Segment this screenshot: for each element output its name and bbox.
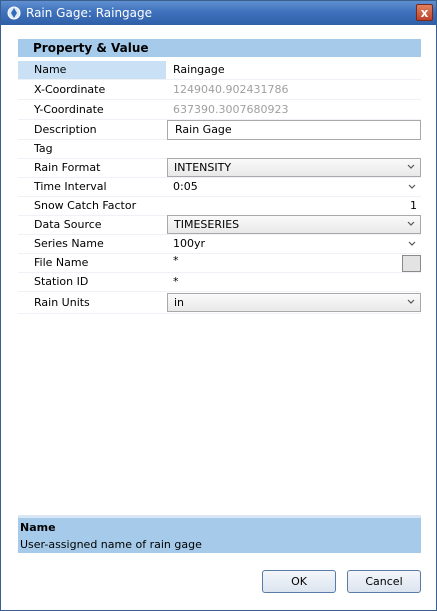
rain-format-selected: INTENSITY <box>174 161 232 174</box>
rain-format-select[interactable]: INTENSITY <box>167 158 421 177</box>
property-row-tag[interactable]: Tag <box>18 140 421 159</box>
title-bar[interactable]: Rain Gage: Raingage x <box>1 1 436 25</box>
close-icon: x <box>420 6 429 20</box>
property-label: Name <box>18 61 166 79</box>
ok-button[interactable]: OK <box>262 570 336 593</box>
property-row-file-name[interactable]: File Name * <box>18 254 421 273</box>
description-text: User-assigned name of rain gage <box>20 538 202 551</box>
property-row-rain-format[interactable]: Rain Format INTENSITY <box>18 158 421 178</box>
property-row-x-coordinate[interactable]: X-Coordinate 1249040.902431786 <box>18 81 421 100</box>
tag-value[interactable] <box>167 140 421 158</box>
time-interval-selected: 0:05 <box>173 180 198 193</box>
file-name-value[interactable]: * <box>167 254 421 272</box>
grid-header-label: Property & Value <box>33 41 149 55</box>
property-row-description[interactable]: Description Rain Gage <box>18 120 421 140</box>
snow-catch-factor-cell[interactable]: 1 <box>167 197 421 215</box>
series-name-selected: 100yr <box>173 237 206 250</box>
property-label: Series Name <box>34 237 104 250</box>
snow-catch-factor-value: 1 <box>410 199 417 212</box>
property-label: Y-Coordinate <box>34 103 104 116</box>
property-label: Rain Format <box>34 161 101 174</box>
property-label: Time Interval <box>34 180 107 193</box>
chevron-down-icon <box>407 221 415 226</box>
property-label: Station ID <box>34 275 89 288</box>
chevron-down-icon <box>408 184 416 189</box>
data-source-selected: TIMESERIES <box>174 218 240 231</box>
chevron-down-icon <box>407 299 415 304</box>
property-label: Description <box>34 123 97 136</box>
property-row-series-name[interactable]: Series Name 100yr <box>18 235 421 254</box>
description-title: Name <box>20 521 56 534</box>
property-description-panel: Name User-assigned name of rain gage <box>18 515 421 553</box>
chevron-down-icon <box>408 241 416 246</box>
description-input[interactable]: Rain Gage <box>167 120 421 140</box>
file-name-text: * <box>173 254 179 267</box>
property-label: X-Coordinate <box>34 83 106 96</box>
y-coordinate-value[interactable]: 637390.3007680923 <box>167 101 421 119</box>
property-label: Rain Units <box>34 296 90 309</box>
series-name-select[interactable]: 100yr <box>167 235 421 253</box>
property-row-y-coordinate[interactable]: Y-Coordinate 637390.3007680923 <box>18 101 421 120</box>
property-row-name[interactable]: Name Raingage <box>18 61 421 80</box>
data-source-select[interactable]: TIMESERIES <box>167 215 421 234</box>
browse-file-button[interactable] <box>402 255 421 272</box>
close-button[interactable]: x <box>416 4 433 21</box>
x-coordinate-value[interactable]: 1249040.902431786 <box>167 81 421 99</box>
rain-gage-dialog: Rain Gage: Raingage x Property & Value N… <box>0 0 437 611</box>
property-row-time-interval[interactable]: Time Interval 0:05 <box>18 178 421 197</box>
station-id-value[interactable]: * <box>167 273 421 291</box>
property-label: Data Source <box>34 218 102 231</box>
chevron-down-icon <box>407 164 415 169</box>
property-row-station-id[interactable]: Station ID * <box>18 273 421 292</box>
app-icon <box>7 6 21 20</box>
name-value[interactable]: Raingage <box>167 61 421 79</box>
time-interval-select[interactable]: 0:05 <box>167 178 421 196</box>
property-label: Snow Catch Factor <box>34 199 137 212</box>
property-label: Tag <box>34 142 53 155</box>
property-row-rain-units[interactable]: Rain Units in <box>18 293 421 314</box>
property-row-snow-catch-factor[interactable]: Snow Catch Factor 1 <box>18 197 421 216</box>
rain-units-select[interactable]: in <box>167 293 421 312</box>
cancel-button[interactable]: Cancel <box>347 570 421 593</box>
property-row-data-source[interactable]: Data Source TIMESERIES <box>18 215 421 235</box>
window-title: Rain Gage: Raingage <box>26 6 153 20</box>
property-label: File Name <box>34 256 89 269</box>
property-grid-header: Property & Value <box>18 39 421 57</box>
rain-units-selected: in <box>174 296 185 309</box>
